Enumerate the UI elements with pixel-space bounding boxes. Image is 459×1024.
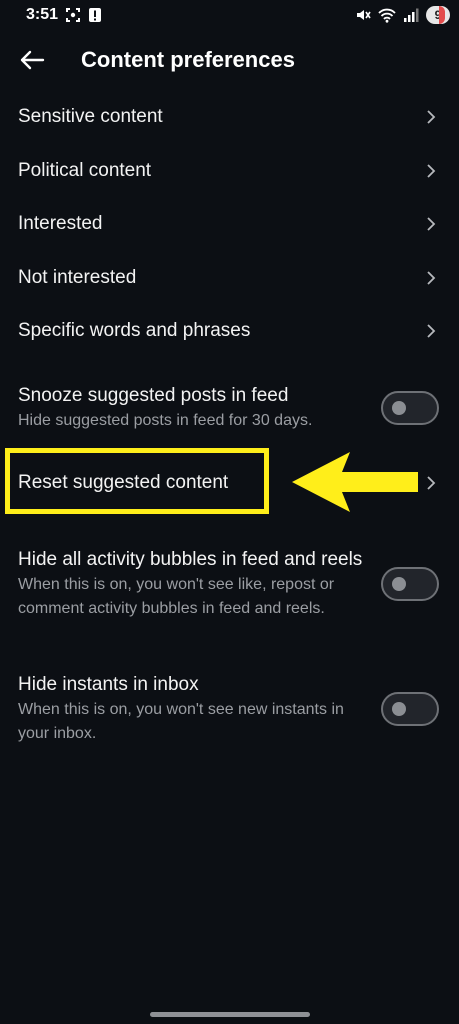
row-hide-activity-bubbles[interactable]: Hide all activity bubbles in feed and re… <box>0 522 459 646</box>
row-label: Interested <box>18 213 103 234</box>
battery-indicator: 9 <box>426 6 450 24</box>
row-subtitle: Hide suggested posts in feed for 30 days… <box>18 412 313 429</box>
chevron-right-icon <box>427 164 436 178</box>
status-bar: 3:51 9 <box>0 0 459 30</box>
chevron-right-icon <box>427 110 436 124</box>
pointer-arrow-icon <box>292 452 418 512</box>
row-label: Not interested <box>18 267 137 288</box>
chevron-right-icon <box>427 324 436 338</box>
wifi-icon <box>378 8 396 23</box>
row-subtitle: When this is on, you won't see like, rep… <box>18 576 335 617</box>
row-label: Sensitive content <box>18 106 163 127</box>
row-not-interested[interactable]: Not interested <box>0 258 459 298</box>
back-button[interactable] <box>2 38 62 82</box>
signal-icon <box>404 8 419 22</box>
row-label: Snooze suggested posts in feed <box>18 385 289 406</box>
alert-icon <box>89 8 102 22</box>
hide-instants-toggle[interactable] <box>381 692 439 726</box>
chevron-right-icon <box>427 217 436 231</box>
row-label: Political content <box>18 160 152 181</box>
app-header: Content preferences <box>0 38 459 82</box>
screenshot-icon <box>66 8 81 22</box>
row-label: Hide all activity bubbles in feed and re… <box>18 549 363 570</box>
status-left: 3:51 <box>26 6 102 24</box>
activity-bubbles-toggle[interactable] <box>381 567 439 601</box>
chevron-right-icon <box>427 271 436 285</box>
status-right: 9 <box>355 6 450 24</box>
back-arrow-icon <box>20 50 45 70</box>
row-sensitive-content[interactable]: Sensitive content <box>0 97 459 137</box>
page-title: Content preferences <box>81 47 295 72</box>
toggle-knob <box>392 401 406 415</box>
row-specific-words[interactable]: Specific words and phrases <box>0 311 459 351</box>
row-subtitle: When this is on, you won't see new insta… <box>18 701 344 742</box>
status-time: 3:51 <box>26 6 59 23</box>
mute-icon <box>357 10 371 20</box>
home-gesture-bar[interactable] <box>150 1012 310 1017</box>
row-label: Specific words and phrases <box>18 320 251 341</box>
toggle-knob <box>392 702 406 716</box>
snooze-toggle[interactable] <box>381 391 439 425</box>
row-political-content[interactable]: Political content <box>0 151 459 191</box>
row-label: Reset suggested content <box>18 472 229 493</box>
row-hide-instants[interactable]: Hide instants in inbox When this is on, … <box>0 672 459 746</box>
row-label: Hide instants in inbox <box>18 674 199 695</box>
row-snooze-suggested-posts[interactable]: Snooze suggested posts in feed Hide sugg… <box>0 371 459 445</box>
toggle-knob <box>392 577 406 591</box>
chevron-right-icon <box>427 476 436 490</box>
row-interested[interactable]: Interested <box>0 204 459 244</box>
